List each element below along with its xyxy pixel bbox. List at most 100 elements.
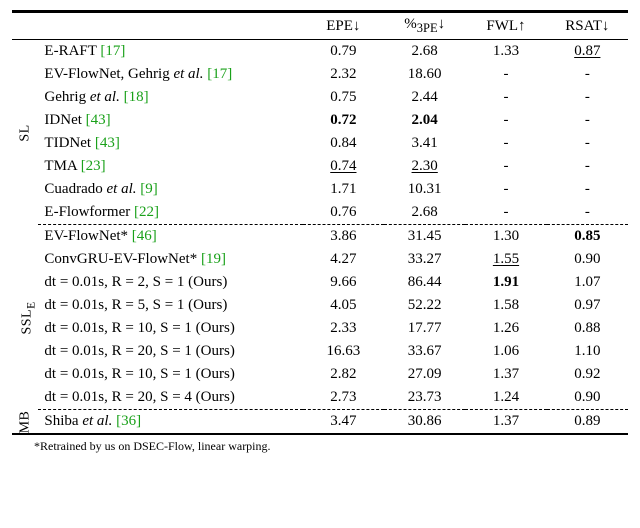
cell-epe: 2.82 — [303, 363, 384, 386]
group-label: SL — [12, 40, 38, 225]
cell-epe: 3.86 — [303, 225, 384, 249]
cell-rsat: 1.07 — [547, 271, 628, 294]
col-epe: EPE↓ — [303, 13, 384, 40]
cell-epe: 3.47 — [303, 410, 384, 435]
method-label: dt = 0.01s, R = 20, S = 1 (Ours) — [38, 340, 302, 363]
method-label: dt = 0.01s, R = 20, S = 4 (Ours) — [38, 386, 302, 410]
cell-fwl: 1.37 — [465, 363, 546, 386]
cell-pe3: 2.44 — [384, 86, 465, 109]
cell-fwl: 1.06 — [465, 340, 546, 363]
cell-pe3: 33.67 — [384, 340, 465, 363]
col-rsat: RSAT↓ — [547, 13, 628, 40]
table-row: dt = 0.01s, R = 5, S = 1 (Ours)4.0552.22… — [12, 294, 628, 317]
cell-epe: 0.79 — [303, 40, 384, 64]
cell-rsat: 0.88 — [547, 317, 628, 340]
cell-rsat: 0.89 — [547, 410, 628, 435]
method-label: E-Flowformer [22] — [38, 201, 302, 225]
cell-fwl: - — [465, 63, 546, 86]
cell-pe3: 33.27 — [384, 248, 465, 271]
cell-epe: 2.33 — [303, 317, 384, 340]
cell-pe3: 23.73 — [384, 386, 465, 410]
cell-pe3: 10.31 — [384, 178, 465, 201]
cell-pe3: 2.68 — [384, 201, 465, 225]
cell-epe: 2.32 — [303, 63, 384, 86]
cell-fwl: 1.33 — [465, 40, 546, 64]
cell-fwl: 1.24 — [465, 386, 546, 410]
table-row: EV-FlowNet, Gehrig et al. [17]2.3218.60-… — [12, 63, 628, 86]
table-row: ConvGRU-EV-FlowNet* [19]4.2733.271.550.9… — [12, 248, 628, 271]
cell-fwl: - — [465, 109, 546, 132]
col-pe3: %3PE↓ — [384, 13, 465, 40]
method-label: ConvGRU-EV-FlowNet* [19] — [38, 248, 302, 271]
table-row: SLE-RAFT [17]0.792.681.330.87 — [12, 40, 628, 64]
group-label: MB — [12, 410, 38, 435]
cell-fwl: - — [465, 132, 546, 155]
table-row: TMA [23]0.742.30-- — [12, 155, 628, 178]
col-fwl: FWL↑ — [465, 13, 546, 40]
cell-epe: 0.72 — [303, 109, 384, 132]
cell-fwl: 1.26 — [465, 317, 546, 340]
table-row: Cuadrado et al. [9]1.7110.31-- — [12, 178, 628, 201]
table-row: dt = 0.01s, R = 10, S = 1 (Ours)2.8227.0… — [12, 363, 628, 386]
method-label: dt = 0.01s, R = 5, S = 1 (Ours) — [38, 294, 302, 317]
method-label: Cuadrado et al. [9] — [38, 178, 302, 201]
cell-pe3: 31.45 — [384, 225, 465, 249]
table-row: TIDNet [43]0.843.41-- — [12, 132, 628, 155]
table-row: dt = 0.01s, R = 2, S = 1 (Ours)9.6686.44… — [12, 271, 628, 294]
method-label: dt = 0.01s, R = 10, S = 1 (Ours) — [38, 363, 302, 386]
cell-pe3: 52.22 — [384, 294, 465, 317]
cell-rsat: - — [547, 86, 628, 109]
cell-pe3: 2.30 — [384, 155, 465, 178]
table-row: IDNet [43]0.722.04-- — [12, 109, 628, 132]
cell-epe: 0.75 — [303, 86, 384, 109]
cell-pe3: 17.77 — [384, 317, 465, 340]
cell-epe: 9.66 — [303, 271, 384, 294]
cell-epe: 4.05 — [303, 294, 384, 317]
cell-fwl: - — [465, 201, 546, 225]
footnote: *Retrained by us on DSEC-Flow, linear wa… — [12, 435, 628, 454]
method-label: Shiba et al. [36] — [38, 410, 302, 435]
cell-pe3: 18.60 — [384, 63, 465, 86]
method-label: TMA [23] — [38, 155, 302, 178]
cell-rsat: 0.92 — [547, 363, 628, 386]
cell-pe3: 3.41 — [384, 132, 465, 155]
table-row: Gehrig et al. [18]0.752.44-- — [12, 86, 628, 109]
cell-epe: 0.74 — [303, 155, 384, 178]
cell-rsat: - — [547, 109, 628, 132]
cell-pe3: 86.44 — [384, 271, 465, 294]
method-label: dt = 0.01s, R = 10, S = 1 (Ours) — [38, 317, 302, 340]
cell-epe: 1.71 — [303, 178, 384, 201]
cell-epe: 16.63 — [303, 340, 384, 363]
cell-fwl: 1.37 — [465, 410, 546, 435]
cell-epe: 0.84 — [303, 132, 384, 155]
table-row: E-Flowformer [22]0.762.68-- — [12, 201, 628, 225]
table-row: MBShiba et al. [36]3.4730.861.370.89 — [12, 410, 628, 435]
cell-fwl: - — [465, 86, 546, 109]
cell-pe3: 2.68 — [384, 40, 465, 64]
table-row: dt = 0.01s, R = 20, S = 1 (Ours)16.6333.… — [12, 340, 628, 363]
cell-fwl: - — [465, 155, 546, 178]
cell-rsat: - — [547, 63, 628, 86]
cell-rsat: - — [547, 155, 628, 178]
cell-fwl: 1.91 — [465, 271, 546, 294]
cell-rsat: 0.90 — [547, 248, 628, 271]
cell-fwl: 1.58 — [465, 294, 546, 317]
cell-epe: 4.27 — [303, 248, 384, 271]
cell-rsat: - — [547, 132, 628, 155]
cell-rsat: 0.90 — [547, 386, 628, 410]
method-label: dt = 0.01s, R = 2, S = 1 (Ours) — [38, 271, 302, 294]
cell-pe3: 2.04 — [384, 109, 465, 132]
group-label: SSLE — [12, 225, 38, 410]
method-label: IDNet [43] — [38, 109, 302, 132]
cell-fwl: - — [465, 178, 546, 201]
cell-rsat: - — [547, 178, 628, 201]
table-row: SSLEEV-FlowNet* [46]3.8631.451.300.85 — [12, 225, 628, 249]
cell-fwl: 1.55 — [465, 248, 546, 271]
method-label: EV-FlowNet* [46] — [38, 225, 302, 249]
cell-rsat: 0.85 — [547, 225, 628, 249]
cell-epe: 2.73 — [303, 386, 384, 410]
table-row: dt = 0.01s, R = 20, S = 4 (Ours)2.7323.7… — [12, 386, 628, 410]
cell-pe3: 30.86 — [384, 410, 465, 435]
results-table: EPE↓%3PE↓FWL↑RSAT↓SLE-RAFT [17]0.792.681… — [12, 10, 628, 435]
method-label: E-RAFT [17] — [38, 40, 302, 64]
